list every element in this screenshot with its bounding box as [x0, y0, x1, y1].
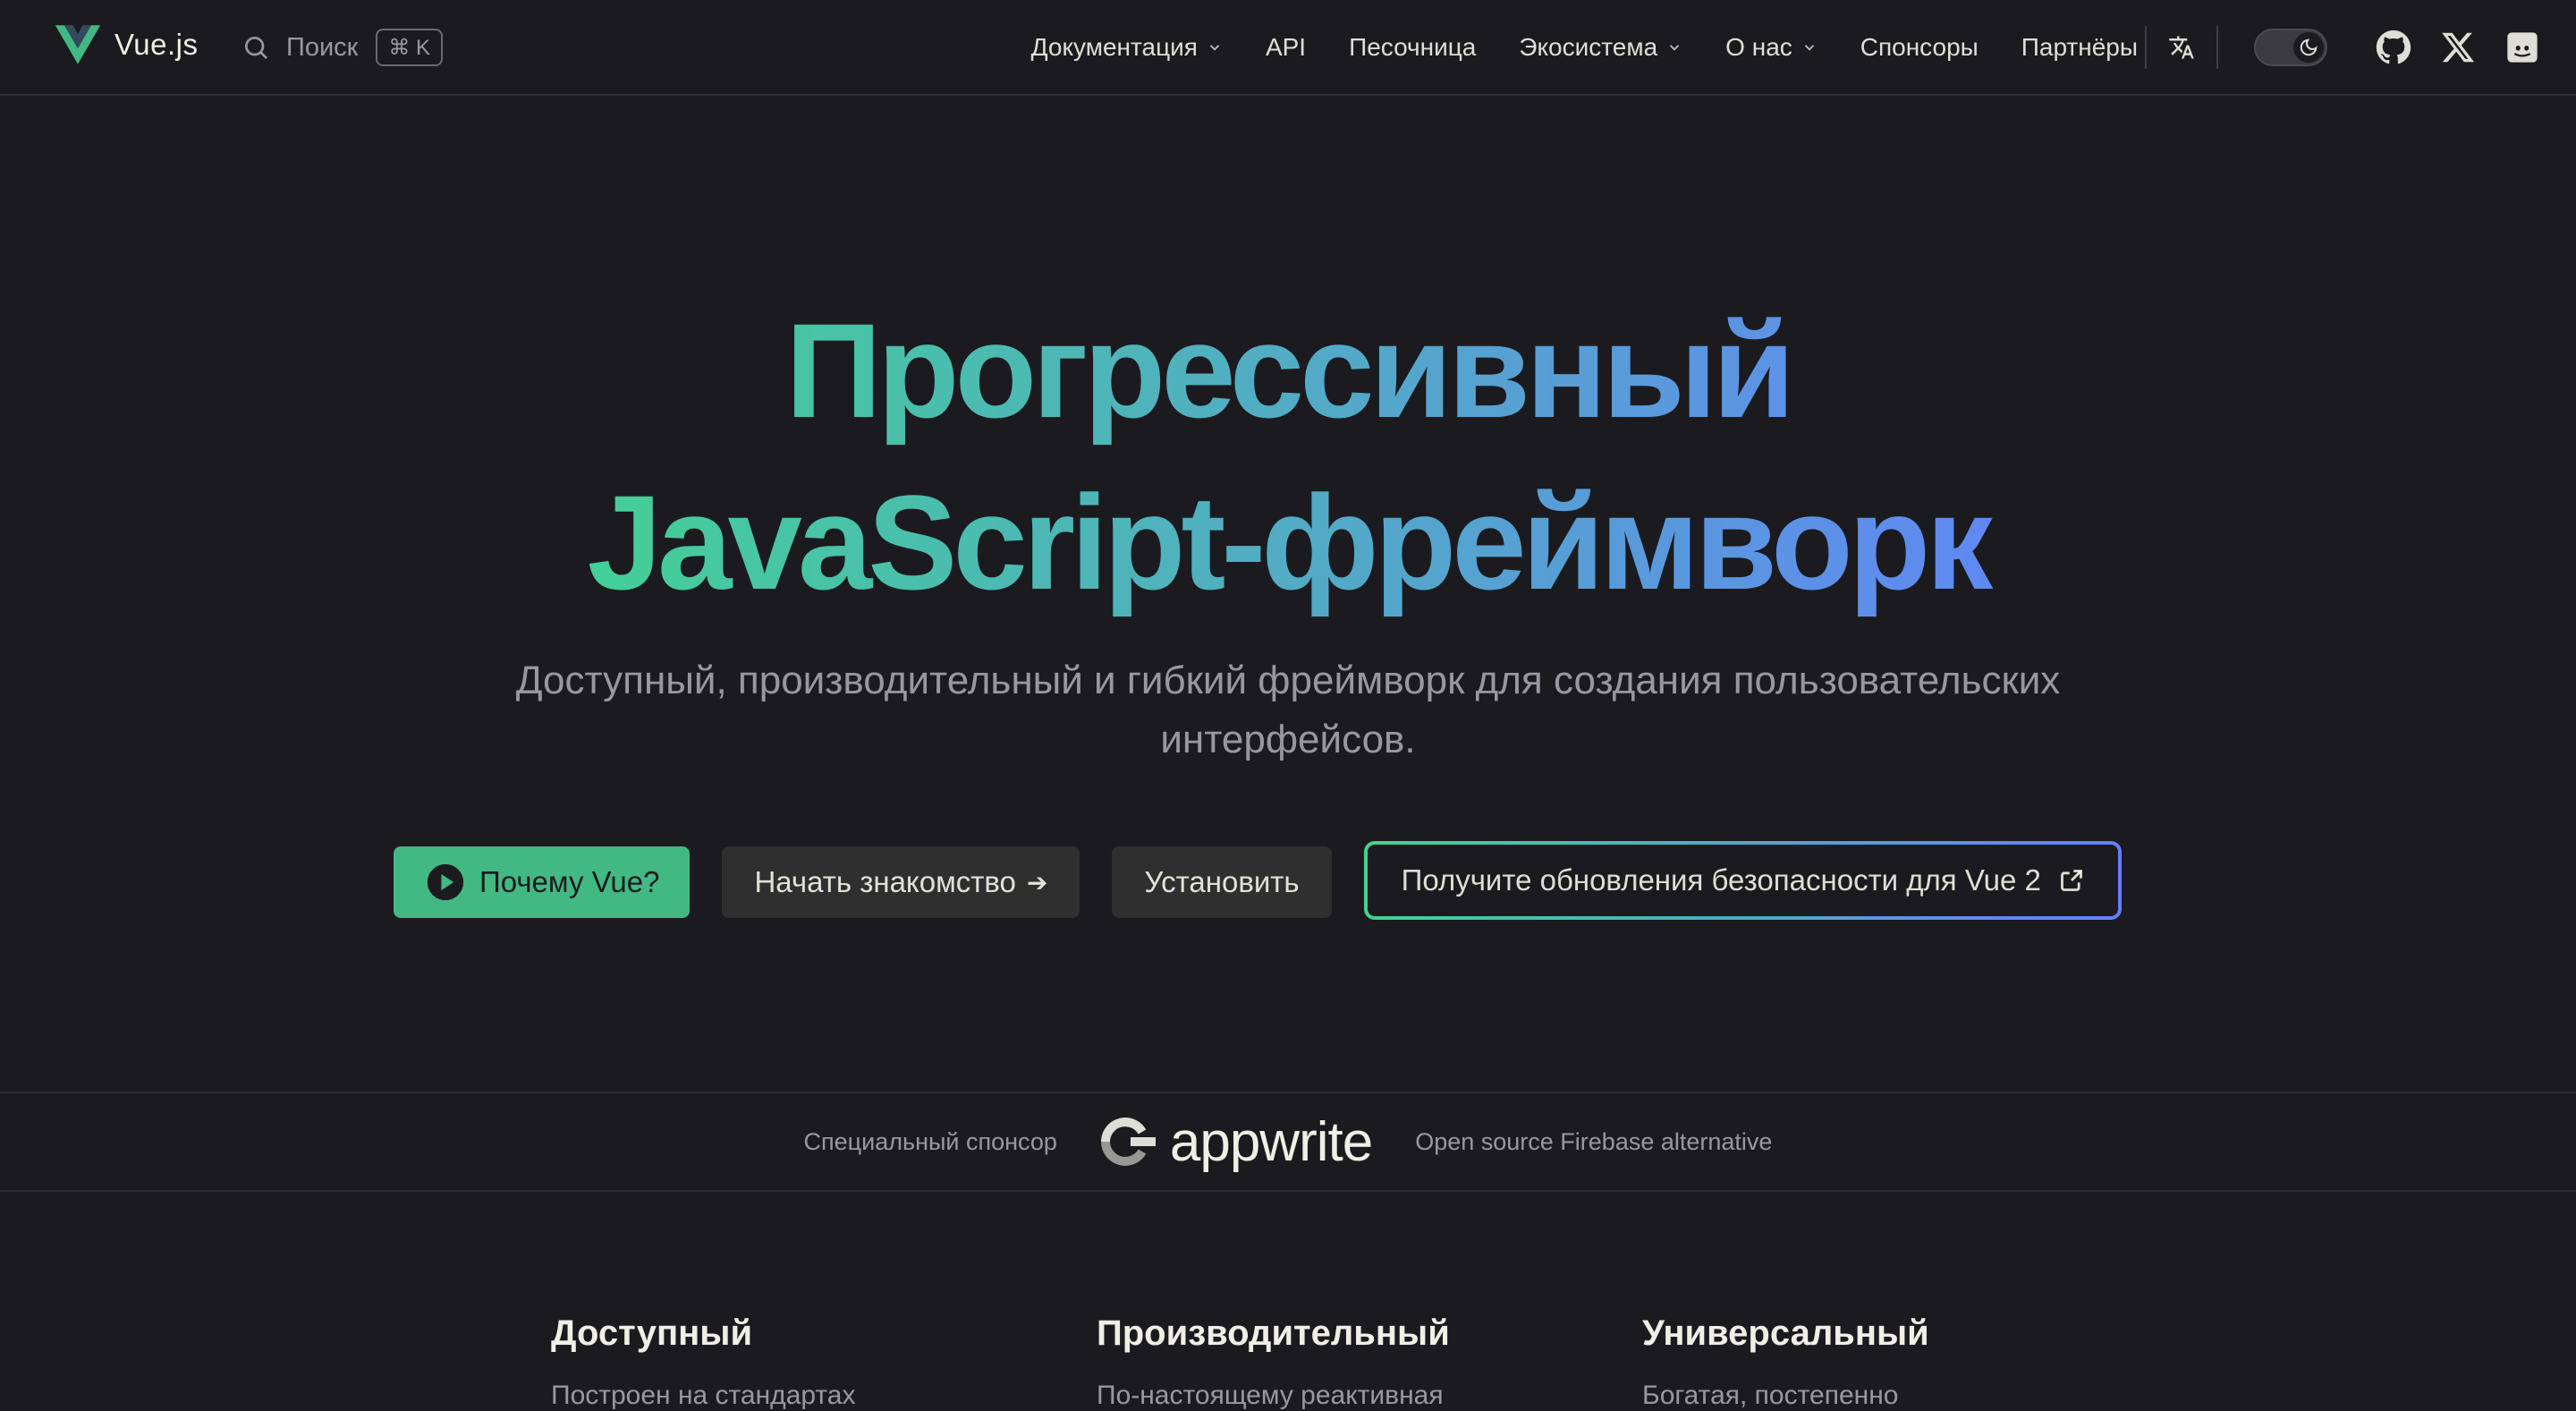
- hero-actions: Почему Vue? Начать знакомство ➔ Установи…: [394, 845, 2154, 920]
- vue-logo-link[interactable]: Vue.js: [55, 25, 199, 64]
- why-vue-button[interactable]: Почему Vue?: [394, 846, 691, 918]
- nav-right-controls: [2145, 0, 2555, 94]
- hero-title-line-1: Прогрессивный: [785, 295, 1791, 446]
- sponsor-label: Специальный спонсор: [803, 1127, 1057, 1155]
- why-vue-label: Почему Vue?: [479, 865, 660, 898]
- search-button[interactable]: Поиск ⌘ K: [242, 27, 444, 68]
- appwrite-logo-icon: [1100, 1118, 1156, 1166]
- feature-text: Богатая, постепенно: [1642, 1381, 1899, 1410]
- menu-item-about[interactable]: О нас: [1704, 0, 1839, 94]
- github-link[interactable]: [2361, 21, 2426, 74]
- vue2-security-button[interactable]: Получите обновления безопасности для Vue…: [1364, 841, 2122, 920]
- menu-item-sponsors[interactable]: Спонсоры: [1839, 0, 2000, 94]
- divider: [2216, 25, 2218, 69]
- menu-item-label: О нас: [1725, 32, 1792, 61]
- chevron-down-icon: [1670, 44, 1680, 51]
- github-icon: [2376, 30, 2411, 64]
- vue-logo-icon: [55, 25, 100, 64]
- external-link-icon: [2060, 870, 2082, 891]
- get-started-label: Начать знакомство: [754, 865, 1016, 898]
- feature-title: Производительный: [1097, 1313, 1450, 1353]
- menu-item-playground[interactable]: Песочница: [1327, 0, 1497, 94]
- menu-item-label: API: [1265, 32, 1307, 61]
- feature-title: Доступный: [551, 1313, 753, 1353]
- chevron-down-icon: [1804, 44, 1814, 51]
- menu-item-docs[interactable]: Документация: [1010, 0, 1244, 94]
- x-twitter-link[interactable]: [2426, 21, 2490, 74]
- x-twitter-icon: [2442, 32, 2474, 62]
- feature-text: По-настоящему реактивная: [1097, 1381, 1444, 1410]
- theme-toggle[interactable]: [2254, 28, 2327, 66]
- menu-item-api[interactable]: API: [1244, 0, 1327, 94]
- get-started-button[interactable]: Начать знакомство ➔: [722, 846, 1080, 918]
- hero-title-line-2: JavaScript-фреймворк: [587, 467, 1989, 617]
- search-label: Поиск: [286, 32, 359, 62]
- sponsor-description: Open source Firebase alternative: [1415, 1127, 1773, 1155]
- features-section: Доступный Построен на стандартах Произво…: [551, 1313, 2188, 1411]
- menu-item-label: Спонсоры: [1860, 32, 1979, 61]
- theme-toggle-knob: [2293, 31, 2324, 63]
- install-label: Установить: [1144, 865, 1300, 898]
- feature-card: Производительный По-настоящему реактивна…: [1097, 1313, 1642, 1411]
- menu-item-label: Экосистема: [1519, 32, 1658, 61]
- hero-tagline: Доступный, производительный и гибкий фре…: [515, 659, 2061, 761]
- search-shortcut-badge: ⌘ K: [376, 29, 444, 66]
- menu-item-ecosystem[interactable]: Экосистема: [1497, 0, 1704, 94]
- translate-icon: [2169, 36, 2194, 58]
- hero-title: Прогрессивный JavaScript-фреймворк: [0, 285, 2576, 628]
- moon-icon: [2300, 38, 2318, 55]
- appwrite-sponsor-link[interactable]: appwrite: [1100, 1110, 1373, 1174]
- chevron-down-icon: [1209, 44, 1220, 51]
- feature-card: Универсальный Богатая, постепенно: [1642, 1313, 2188, 1411]
- arrow-right-icon: ➔: [1026, 868, 1048, 897]
- special-sponsor-bar: Специальный спонсор appwrite Open source…: [0, 1092, 2576, 1192]
- menu-item-label: Песочница: [1349, 32, 1477, 61]
- language-button[interactable]: [2147, 21, 2216, 74]
- menu-item-label: Документация: [1030, 32, 1198, 61]
- appwrite-wordmark: appwrite: [1169, 1110, 1373, 1173]
- discord-link[interactable]: [2490, 21, 2555, 74]
- logo-text: Vue.js: [114, 28, 199, 61]
- vue2-security-label: Получите обновления безопасности для Vue…: [1401, 863, 2041, 897]
- install-button[interactable]: Установить: [1112, 846, 1332, 918]
- top-navbar: Vue.js Поиск ⌘ K Документация API Песочн…: [0, 0, 2576, 96]
- menu-item-label: Партнёры: [2021, 32, 2138, 61]
- main-menu: Документация API Песочница Экосистема О …: [1010, 0, 2159, 94]
- menu-item-partners[interactable]: Партнёры: [2000, 0, 2159, 94]
- play-icon: [427, 863, 464, 901]
- discord-icon: [2507, 31, 2538, 63]
- feature-card: Доступный Построен на стандартах: [551, 1313, 1097, 1411]
- feature-title: Универсальный: [1642, 1313, 1929, 1353]
- feature-text: Построен на стандартах: [551, 1381, 856, 1410]
- search-icon: [245, 37, 267, 59]
